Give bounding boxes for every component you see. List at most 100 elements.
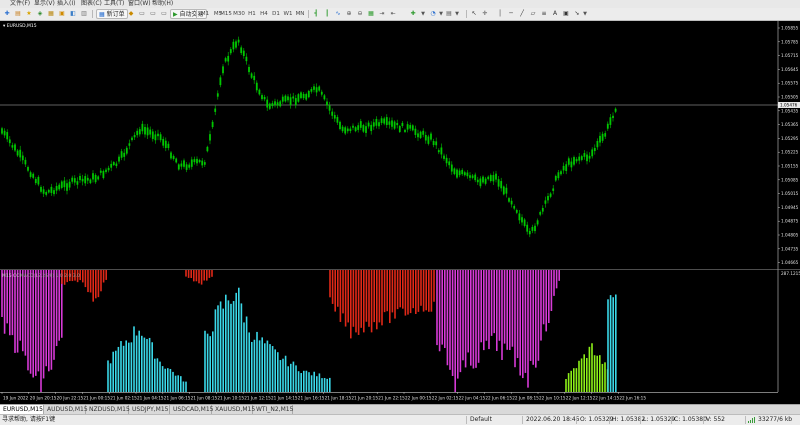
candle-body [575, 159, 578, 162]
text-icon[interactable]: A [550, 9, 560, 19]
histogram-bar [258, 340, 261, 392]
histogram-bar [172, 371, 174, 392]
chevron-down-icon[interactable]: ▼ [452, 9, 462, 19]
histogram-bar [195, 270, 198, 282]
chevron-down-icon[interactable]: ▼ [580, 9, 590, 19]
trendline-icon[interactable]: ╱ [517, 9, 527, 19]
candle-body [188, 164, 191, 168]
new-chart-icon[interactable]: ✚ [2, 9, 12, 19]
histogram-bar [55, 270, 58, 347]
candle-body [476, 179, 479, 183]
histogram-bar [373, 270, 375, 323]
new-order-label: 新订单 [106, 11, 125, 18]
price-label: 1.05855 [781, 26, 799, 31]
histogram-bar [130, 342, 133, 392]
bar-chart-icon[interactable]: ┫ [311, 9, 321, 19]
timeframe-h4[interactable]: H4 [258, 9, 270, 19]
candle-body [320, 91, 323, 95]
candlestick-icon[interactable]: ┃ [322, 9, 332, 19]
profiles-icon[interactable]: ▤ [13, 9, 23, 19]
time-label: 21 Jun 18:15 [325, 396, 352, 401]
settings-icon[interactable]: ▥ [79, 9, 89, 19]
zoom-in-icon[interactable]: ⊕ [344, 9, 354, 19]
price-label: 1.05365 [781, 122, 799, 127]
chart-title: ▾ EURUSD,M15 [3, 23, 37, 29]
candle-body [336, 117, 339, 123]
signals-icon[interactable]: ▭ [148, 9, 158, 19]
data-window-icon[interactable]: ◈ [35, 9, 45, 19]
candle-body [219, 77, 222, 86]
histogram-bar [87, 270, 89, 293]
chart-window[interactable]: 1.05855 1.05785 1.05715 1.05645 1.05575 1.055… [0, 21, 800, 404]
candle-body [489, 175, 492, 182]
timeframe-d1[interactable]: D1 [270, 9, 282, 19]
candle-body [333, 115, 336, 119]
candle-body [214, 108, 217, 112]
candle-body [539, 211, 542, 215]
histogram-bar [151, 342, 153, 392]
histogram-bar [203, 270, 205, 281]
line-chart-icon[interactable]: ∿ [333, 9, 343, 19]
toolbar-separator [92, 10, 93, 18]
timeframe-m15[interactable]: M15 [220, 9, 232, 19]
navigator-icon[interactable]: ▦ [46, 9, 56, 19]
price-candles [0, 36, 778, 238]
metaeditor-icon[interactable]: ◆ [126, 9, 136, 19]
chart-window-icon[interactable]: ▭ [137, 9, 147, 19]
menu-help[interactable]: 帮助(H) [152, 0, 173, 8]
candle-body [417, 133, 419, 138]
timeframe-h1[interactable]: H1 [246, 9, 258, 19]
new-order-icon: ▦ [99, 11, 105, 18]
vertical-line-icon[interactable]: │ [495, 9, 505, 19]
channel-icon[interactable]: ▱ [528, 9, 538, 19]
menu-file[interactable]: 文件(F) [10, 0, 30, 8]
histogram-bar [352, 270, 355, 327]
time-label: 21 Jun 16:15 [298, 396, 325, 401]
price-chart[interactable]: 1.05855 1.05785 1.05715 1.05645 1.05575 1.055… [0, 21, 800, 270]
zoom-out-icon[interactable]: ⊖ [355, 9, 365, 19]
fibonacci-icon[interactable]: ≡ [539, 9, 549, 19]
histogram-bar [363, 270, 365, 333]
cursor-icon[interactable]: ↖ [469, 9, 479, 19]
chart-shift-icon[interactable]: ⇤ [388, 9, 398, 19]
timeframe-w1[interactable]: W1 [282, 9, 294, 19]
layout-icon[interactable]: ▭ [159, 9, 169, 19]
indicators-icon[interactable]: ✚ [408, 9, 418, 19]
histogram-bar [493, 270, 495, 334]
auto-scroll-icon[interactable]: ⇥ [377, 9, 387, 19]
candle-body [118, 156, 120, 162]
chevron-down-icon[interactable]: ▼ [418, 9, 428, 19]
tester-icon[interactable]: ◧ [68, 9, 78, 19]
tile-windows-icon[interactable]: ▦ [366, 9, 376, 19]
terminal-icon[interactable]: ▣ [57, 9, 67, 19]
timeframe-m30[interactable]: M30 [233, 9, 245, 19]
menu-view[interactable]: 显示(V) [34, 0, 55, 8]
menu-insert[interactable]: 插入(I) [57, 0, 75, 8]
menu-charts[interactable]: 图表(C) [81, 0, 102, 8]
candle-body [297, 94, 300, 102]
candle-body [323, 95, 326, 100]
timeframe-m1[interactable]: M1 [199, 9, 211, 19]
candle-body [1, 128, 3, 134]
candle-body [492, 175, 495, 182]
market-watch-icon[interactable]: ★ [24, 9, 34, 19]
candle-body [198, 159, 201, 163]
candle-body [534, 225, 536, 232]
horizontal-line-icon[interactable]: ─ [506, 9, 516, 19]
candle-body [102, 170, 105, 179]
label-icon[interactable]: ▣ [561, 9, 571, 19]
candle-body [375, 118, 378, 126]
menu-window[interactable]: 窗口(W) [128, 0, 151, 8]
menu-tools[interactable]: 工具(T) [104, 0, 124, 8]
crosshair-icon[interactable]: ✛ [480, 9, 490, 19]
indicator-chart[interactable]: 287.1215 M15 CCI MACD(12,26,9) 1.0 2.0 3… [0, 270, 800, 392]
histogram-bar [40, 270, 42, 392]
candle-body [300, 92, 302, 99]
histogram-bar [337, 270, 339, 307]
histogram-bar [615, 294, 617, 392]
candle-body [53, 190, 55, 195]
timeframe-mn[interactable]: MN [294, 9, 306, 19]
new-order-button[interactable]: ▦ 新订单 [96, 9, 128, 19]
histogram-bar [540, 270, 542, 341]
candle-body [14, 144, 16, 151]
